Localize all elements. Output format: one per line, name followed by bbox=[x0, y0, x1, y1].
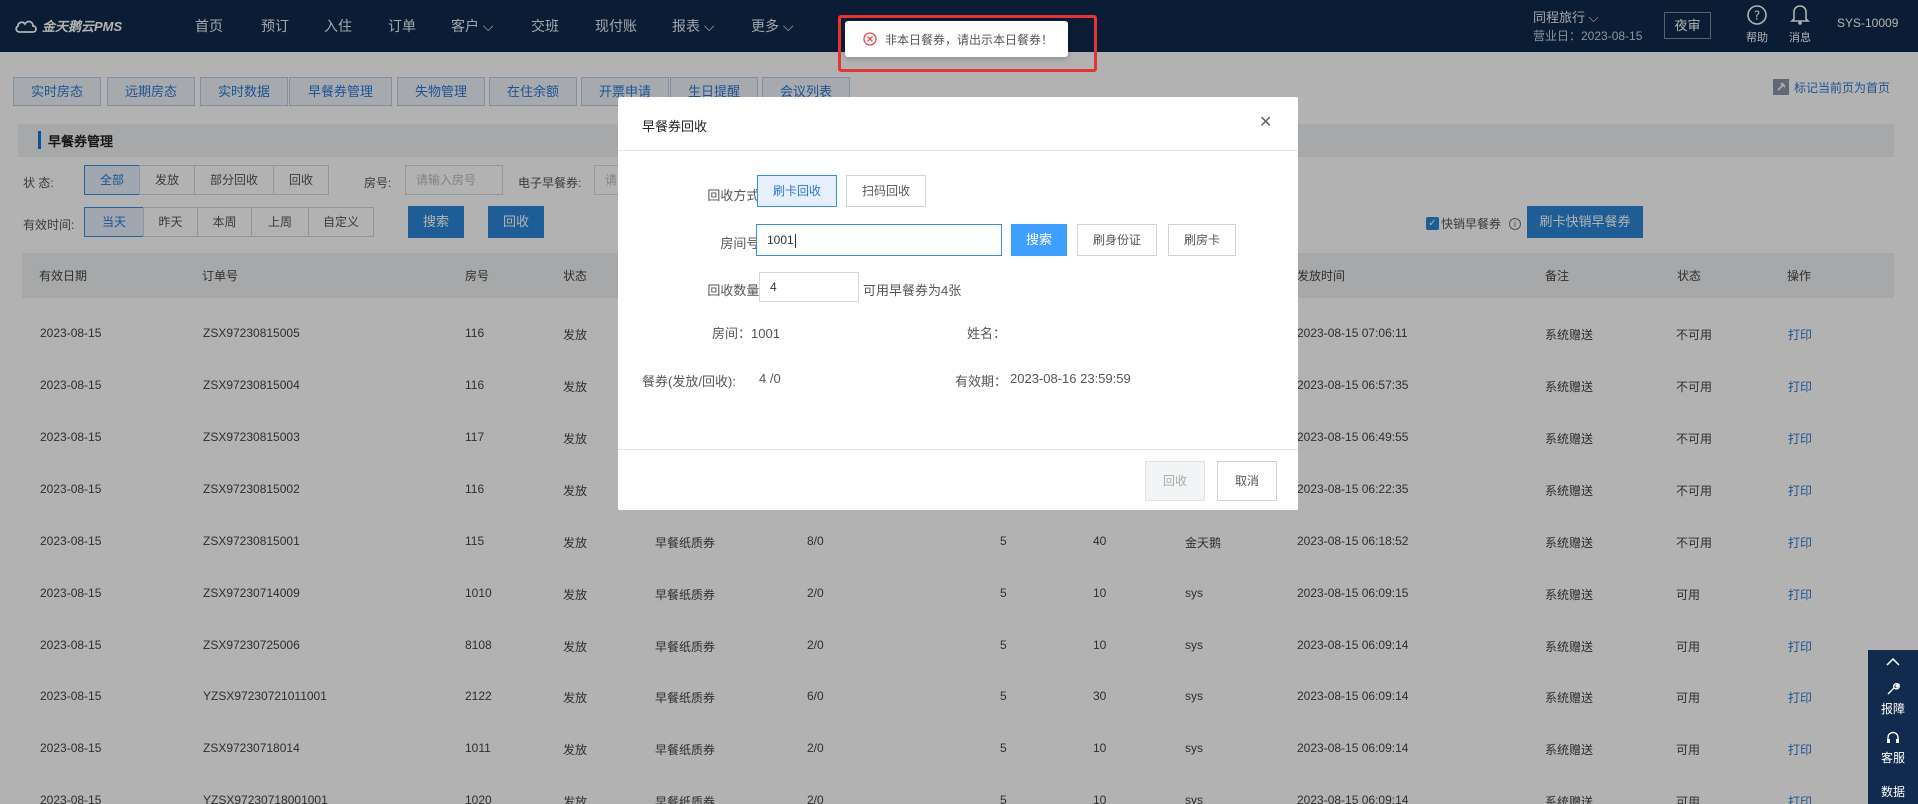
coupon-count-value: 4 /0 bbox=[759, 371, 781, 386]
data-label: 数据 bbox=[1880, 785, 1905, 799]
qty-label: 回收数量: bbox=[707, 283, 763, 298]
available-hint: 可用早餐券为4张 bbox=[863, 283, 962, 298]
text-cursor bbox=[794, 233, 796, 248]
method-card-button[interactable]: 刷卡回收 bbox=[757, 175, 837, 207]
side-tool-panel: 报障 客服 数据 bbox=[1868, 650, 1918, 804]
report-issue-label: 报障 bbox=[1880, 702, 1905, 716]
error-toast: 非本日餐券，请出示本日餐券！ bbox=[845, 21, 1068, 57]
guest-name-info: 姓名： bbox=[967, 326, 1007, 341]
close-icon[interactable]: ✕ bbox=[1259, 112, 1272, 132]
swipe-room-card-button[interactable]: 刷房卡 bbox=[1168, 224, 1236, 256]
wrench-icon bbox=[1887, 683, 1900, 695]
qty-input[interactable]: 4 bbox=[759, 272, 859, 302]
error-circle-icon bbox=[863, 32, 877, 46]
customer-service-label: 客服 bbox=[1880, 751, 1905, 765]
headset-icon bbox=[1887, 731, 1899, 743]
dialog-cancel-button[interactable]: 取消 bbox=[1217, 461, 1277, 501]
swipe-id-button[interactable]: 刷身份证 bbox=[1077, 224, 1157, 256]
valid-until-value: 2023-08-16 23:59:59 bbox=[1010, 371, 1131, 386]
method-label: 回收方式: bbox=[707, 188, 763, 203]
method-scan-button[interactable]: 扫码回收 bbox=[846, 175, 926, 207]
room-label: 房间号: bbox=[720, 236, 763, 251]
valid-until-label: 有效期： bbox=[955, 374, 1008, 389]
chevron-up-icon[interactable] bbox=[1868, 656, 1918, 670]
report-issue-button[interactable]: 报障 bbox=[1868, 681, 1918, 717]
coupon-count-label: 餐券(发放/回收): bbox=[642, 374, 736, 389]
dialog-search-button[interactable]: 搜索 bbox=[1011, 224, 1067, 256]
dialog-recycle-button[interactable]: 回收 bbox=[1145, 461, 1205, 501]
dialog-header: 早餐券回收 ✕ bbox=[618, 97, 1298, 151]
data-button[interactable]: 数据 bbox=[1868, 783, 1918, 800]
breakfast-recycle-dialog: 早餐券回收 ✕ 回收方式: 刷卡回收 扫码回收 房间号: 1001 搜索 刷身份… bbox=[618, 97, 1298, 510]
dialog-title: 早餐券回收 bbox=[642, 119, 708, 134]
toast-message: 非本日餐券，请出示本日餐券！ bbox=[885, 32, 1054, 47]
room-info: 房间：1001 bbox=[712, 326, 780, 341]
customer-service-button[interactable]: 客服 bbox=[1868, 730, 1918, 766]
room-number-value: 1001 bbox=[767, 233, 794, 247]
dialog-footer-divider bbox=[618, 449, 1298, 450]
room-number-input[interactable]: 1001 bbox=[756, 224, 1002, 256]
